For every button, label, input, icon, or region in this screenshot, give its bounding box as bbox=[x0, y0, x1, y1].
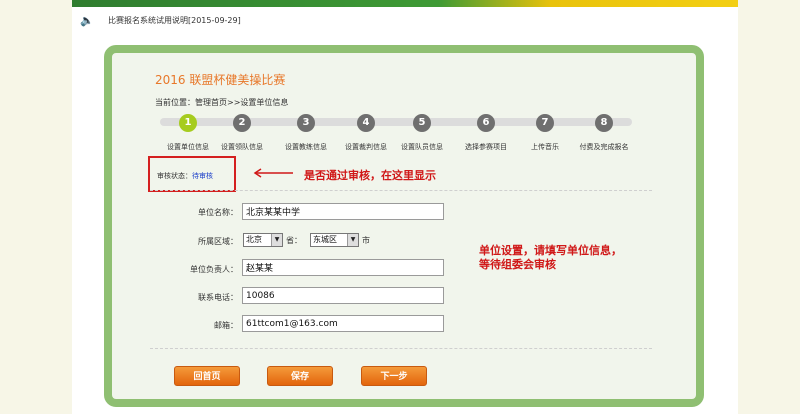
divider bbox=[150, 190, 652, 191]
form-annotation: 单位设置，请填写单位信息， 等待组委会审核 bbox=[479, 244, 622, 272]
unit-name-input[interactable] bbox=[242, 203, 444, 220]
leader-label: 单位负责人： bbox=[190, 265, 238, 274]
phone-input[interactable] bbox=[242, 287, 444, 304]
step-1-label[interactable]: 设置单位信息 bbox=[167, 142, 209, 152]
form-annotation-line2: 等待组委会审核 bbox=[479, 258, 556, 271]
audit-status-label: 审核状态： bbox=[157, 172, 192, 180]
divider bbox=[150, 348, 652, 349]
city-suffix: 市 bbox=[362, 236, 370, 245]
email-label: 邮箱： bbox=[214, 321, 238, 330]
step-5-circle[interactable]: 5 bbox=[413, 114, 431, 132]
province-select[interactable]: 北京 ▼ bbox=[243, 233, 283, 247]
audit-status: 审核状态：待审核 bbox=[157, 171, 213, 181]
next-step-button[interactable]: 下一步 bbox=[361, 366, 427, 386]
unit-name-label: 单位名称： bbox=[198, 208, 238, 217]
top-banner-strip bbox=[72, 0, 738, 7]
speaker-icon: 🔈 bbox=[80, 14, 94, 27]
chevron-down-icon: ▼ bbox=[347, 234, 358, 246]
chevron-down-icon: ▼ bbox=[271, 234, 282, 246]
province-value: 北京 bbox=[246, 235, 262, 244]
step-7-circle[interactable]: 7 bbox=[536, 114, 554, 132]
progress-track bbox=[160, 118, 632, 126]
status-annotation: 是否通过审核，在这里显示 bbox=[304, 169, 436, 182]
step-7-label[interactable]: 上传音乐 bbox=[531, 142, 559, 152]
notice-link[interactable]: 比赛报名系统试用说明[2015-09-29] bbox=[108, 15, 241, 26]
step-2-label[interactable]: 设置领队信息 bbox=[221, 142, 263, 152]
step-4-circle[interactable]: 4 bbox=[357, 114, 375, 132]
leader-input[interactable] bbox=[242, 259, 444, 276]
home-button[interactable]: 回首页 bbox=[174, 366, 240, 386]
audit-status-value: 待审核 bbox=[192, 172, 213, 180]
left-arrow-icon bbox=[253, 168, 293, 178]
notice-row[interactable]: 🔈 bbox=[80, 14, 94, 28]
step-2-circle[interactable]: 2 bbox=[233, 114, 251, 132]
step-4-label[interactable]: 设置裁判信息 bbox=[345, 142, 387, 152]
step-3-circle[interactable]: 3 bbox=[297, 114, 315, 132]
city-value: 东城区 bbox=[313, 235, 337, 244]
step-3-label[interactable]: 设置教练信息 bbox=[285, 142, 327, 152]
province-suffix: 省： bbox=[286, 236, 302, 245]
step-5-label[interactable]: 设置队员信息 bbox=[401, 142, 443, 152]
save-button[interactable]: 保存 bbox=[267, 366, 333, 386]
step-6-label[interactable]: 选择参赛项目 bbox=[465, 142, 507, 152]
step-8-label[interactable]: 付费及完成报名 bbox=[580, 142, 629, 152]
phone-label: 联系电话： bbox=[198, 293, 238, 302]
competition-title: 2016 联盟杯健美操比赛 bbox=[155, 73, 286, 87]
city-select[interactable]: 东城区 ▼ bbox=[310, 233, 359, 247]
email-input[interactable] bbox=[242, 315, 444, 332]
step-6-circle[interactable]: 6 bbox=[477, 114, 495, 132]
step-8-circle[interactable]: 8 bbox=[595, 114, 613, 132]
region-label: 所属区域： bbox=[198, 237, 238, 246]
breadcrumb: 当前位置：管理首页>>设置单位信息 bbox=[155, 98, 289, 107]
form-annotation-line1: 单位设置，请填写单位信息， bbox=[479, 244, 622, 257]
step-1-circle[interactable]: 1 bbox=[179, 114, 197, 132]
